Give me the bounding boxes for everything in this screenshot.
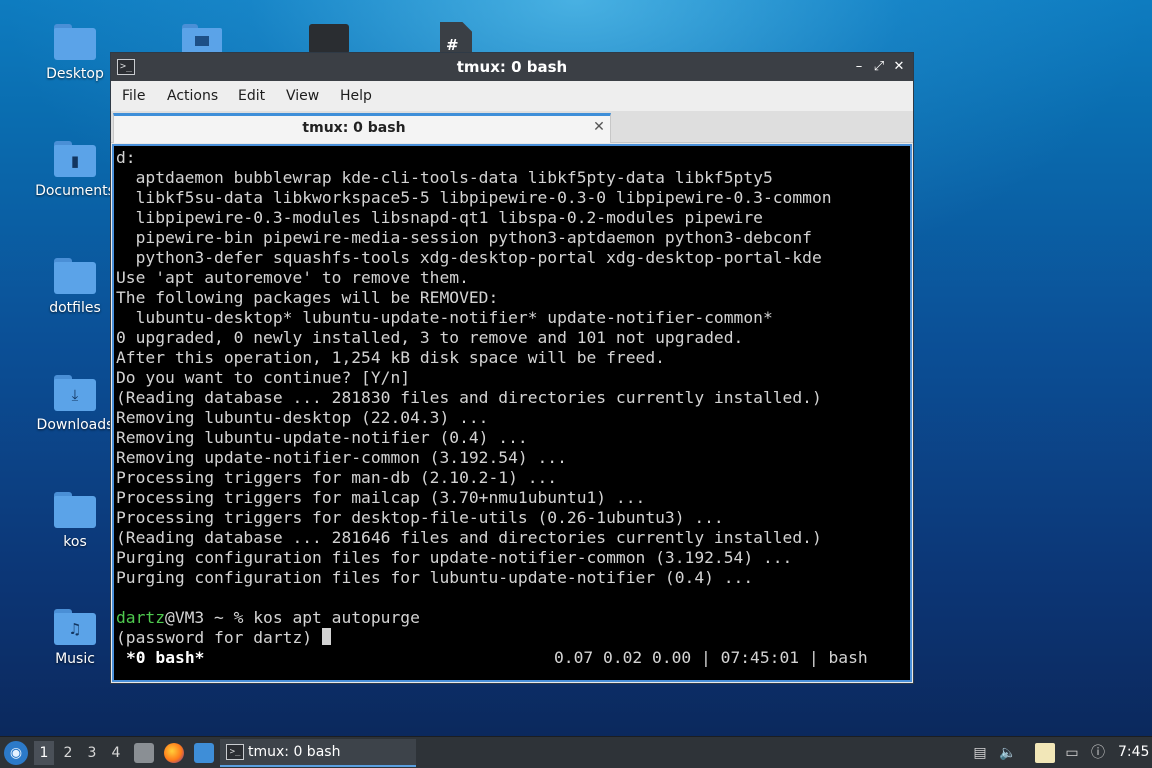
taskbar-task-terminal[interactable]: >_ tmux: 0 bash xyxy=(220,739,416,767)
show-desktop-icon[interactable] xyxy=(194,743,214,763)
desktop-icon-label: dotfiles xyxy=(49,300,101,316)
terminal-line: Processing triggers for man-db (2.10.2-1… xyxy=(116,468,558,487)
desktop-icon-documents[interactable]: ▮ Documents xyxy=(35,141,115,199)
menu-actions[interactable]: Actions xyxy=(167,88,218,104)
taskbar: ◉ 1 2 3 4 >_ tmux: 0 bash ▤ 🔈 ▭ ⓘ 7:45 xyxy=(0,736,1152,768)
terminal-line: Use 'apt autoremove' to remove them. xyxy=(116,268,469,287)
terminal-line: pipewire-bin pipewire-media-session pyth… xyxy=(116,228,812,247)
terminal-line: libpipewire-0.3-modules libsnapd-qt1 lib… xyxy=(116,208,763,227)
terminal-line: Removing update-notifier-common (3.192.5… xyxy=(116,448,567,467)
folder-icon xyxy=(54,258,96,294)
tab-tmux-bash[interactable]: tmux: 0 bash ✕ xyxy=(113,113,611,143)
terminal-line: Removing lubuntu-update-notifier (0.4) .… xyxy=(116,428,528,447)
tab-bar: tmux: 0 bash ✕ xyxy=(111,111,913,143)
clipboard-icon[interactable] xyxy=(1035,743,1055,763)
maximize-button[interactable]: ⤢ xyxy=(869,57,889,77)
network-icon[interactable]: ▭ xyxy=(1062,743,1082,763)
text-file-icon[interactable]: # xyxy=(440,22,472,54)
folder-pictures-icon[interactable] xyxy=(182,24,222,54)
terminal-line: (Reading database ... 281646 files and d… xyxy=(116,528,822,547)
terminal-password-line: (password for dartz) xyxy=(116,628,832,648)
desktop-icon-label: Downloads xyxy=(36,417,114,433)
update-notifier-icon[interactable]: ⓘ xyxy=(1088,743,1108,763)
desktop-icon-downloads[interactable]: ⤓ Downloads xyxy=(35,375,115,433)
desktop-icon-music[interactable]: ♫ Music xyxy=(35,609,115,667)
menu-edit[interactable]: Edit xyxy=(238,88,265,104)
terminal-line: Do you want to continue? [Y/n] xyxy=(116,368,411,387)
terminal-line: Removing lubuntu-desktop (22.04.3) ... xyxy=(116,408,489,427)
folder-music-icon: ♫ xyxy=(54,609,96,645)
terminal-line: python3-defer squashfs-tools xdg-desktop… xyxy=(116,248,822,267)
menu-help[interactable]: Help xyxy=(340,88,372,104)
text-cursor xyxy=(321,628,331,645)
clock[interactable]: 7:45 xyxy=(1118,744,1149,760)
firefox-icon[interactable] xyxy=(164,743,184,763)
volume-icon[interactable]: 🔈 xyxy=(998,743,1018,763)
desktop-switch-4[interactable]: 4 xyxy=(106,741,126,765)
terminal-line: Purging configuration files for lubuntu-… xyxy=(116,568,754,587)
terminal-line: aptdaemon bubblewrap kde-cli-tools-data … xyxy=(116,168,773,187)
file-manager-icon[interactable] xyxy=(134,743,154,763)
notes-icon[interactable]: ▤ xyxy=(970,743,990,763)
desktop-switch-1[interactable]: 1 xyxy=(34,741,54,765)
close-button[interactable]: ✕ xyxy=(889,57,909,77)
desktop-icon-desktop[interactable]: Desktop xyxy=(35,24,115,82)
desktop-icon-label: kos xyxy=(63,534,87,550)
terminal-line: Processing triggers for mailcap (3.70+nm… xyxy=(116,488,646,507)
terminal-line: lubuntu-desktop* lubuntu-update-notifier… xyxy=(116,308,773,327)
folder-icon xyxy=(54,492,96,528)
terminal-line: Purging configuration files for update-n… xyxy=(116,548,793,567)
terminal-lines: d: aptdaemon bubblewrap kde-cli-tools-da… xyxy=(116,148,832,648)
terminal-line: 0 upgraded, 0 newly installed, 3 to remo… xyxy=(116,328,744,347)
tmux-status-window: *0 bash* xyxy=(126,648,205,667)
lubuntu-logo-icon[interactable]: ◉ xyxy=(4,741,28,765)
prompt-command: @VM3 ~ % kos apt autopurge xyxy=(165,608,420,627)
menu-file[interactable]: File xyxy=(122,88,145,104)
tmux-status-right: 0.07 0.02 0.00 | 07:45:01 | bash xyxy=(554,648,868,667)
desktop-switch-2[interactable]: 2 xyxy=(58,741,78,765)
terminal-line: d: xyxy=(116,148,136,167)
window-titlebar[interactable]: >_ tmux: 0 bash – ⤢ ✕ xyxy=(111,53,913,81)
terminal-launcher-icon[interactable] xyxy=(309,24,349,54)
window-title: tmux: 0 bash xyxy=(456,58,568,76)
menu-view[interactable]: View xyxy=(286,88,319,104)
taskbar-task-label: tmux: 0 bash xyxy=(248,744,341,760)
terminal-line: Processing triggers for desktop-file-uti… xyxy=(116,508,724,527)
desktop-switch-3[interactable]: 3 xyxy=(82,741,102,765)
desktop-icon-label: Music xyxy=(55,651,95,667)
password-prompt-text: (password for dartz) xyxy=(116,628,322,647)
folder-documents-icon: ▮ xyxy=(54,141,96,177)
terminal-window[interactable]: >_ tmux: 0 bash – ⤢ ✕ File Actions Edit … xyxy=(110,52,914,684)
terminal-line: The following packages will be REMOVED: xyxy=(116,288,499,307)
terminal-output[interactable]: d: aptdaemon bubblewrap kde-cli-tools-da… xyxy=(112,144,912,682)
minimize-button[interactable]: – xyxy=(849,57,869,77)
desktop-icon-label: Desktop xyxy=(46,66,104,82)
terminal-app-icon: >_ xyxy=(226,744,244,760)
terminal-line: (Reading database ... 281830 files and d… xyxy=(116,388,822,407)
terminal-prompt-line: dartz@VM3 ~ % kos apt autopurge xyxy=(116,608,832,628)
tab-close-icon[interactable]: ✕ xyxy=(590,118,608,136)
desktop-icon-dotfiles[interactable]: dotfiles xyxy=(35,258,115,316)
desktop-icon-kos[interactable]: kos xyxy=(35,492,115,550)
folder-downloads-icon: ⤓ xyxy=(54,375,96,411)
terminal-line: After this operation, 1,254 kB disk spac… xyxy=(116,348,665,367)
desktop-icon-label: Documents xyxy=(35,183,115,199)
menu-bar: File Actions Edit View Help xyxy=(111,81,913,111)
folder-icon xyxy=(54,24,96,60)
tab-title: tmux: 0 bash xyxy=(302,120,406,136)
prompt-username: dartz xyxy=(116,608,166,627)
terminal-line: libkf5su-data libkworkspace5-5 libpipewi… xyxy=(116,188,832,207)
